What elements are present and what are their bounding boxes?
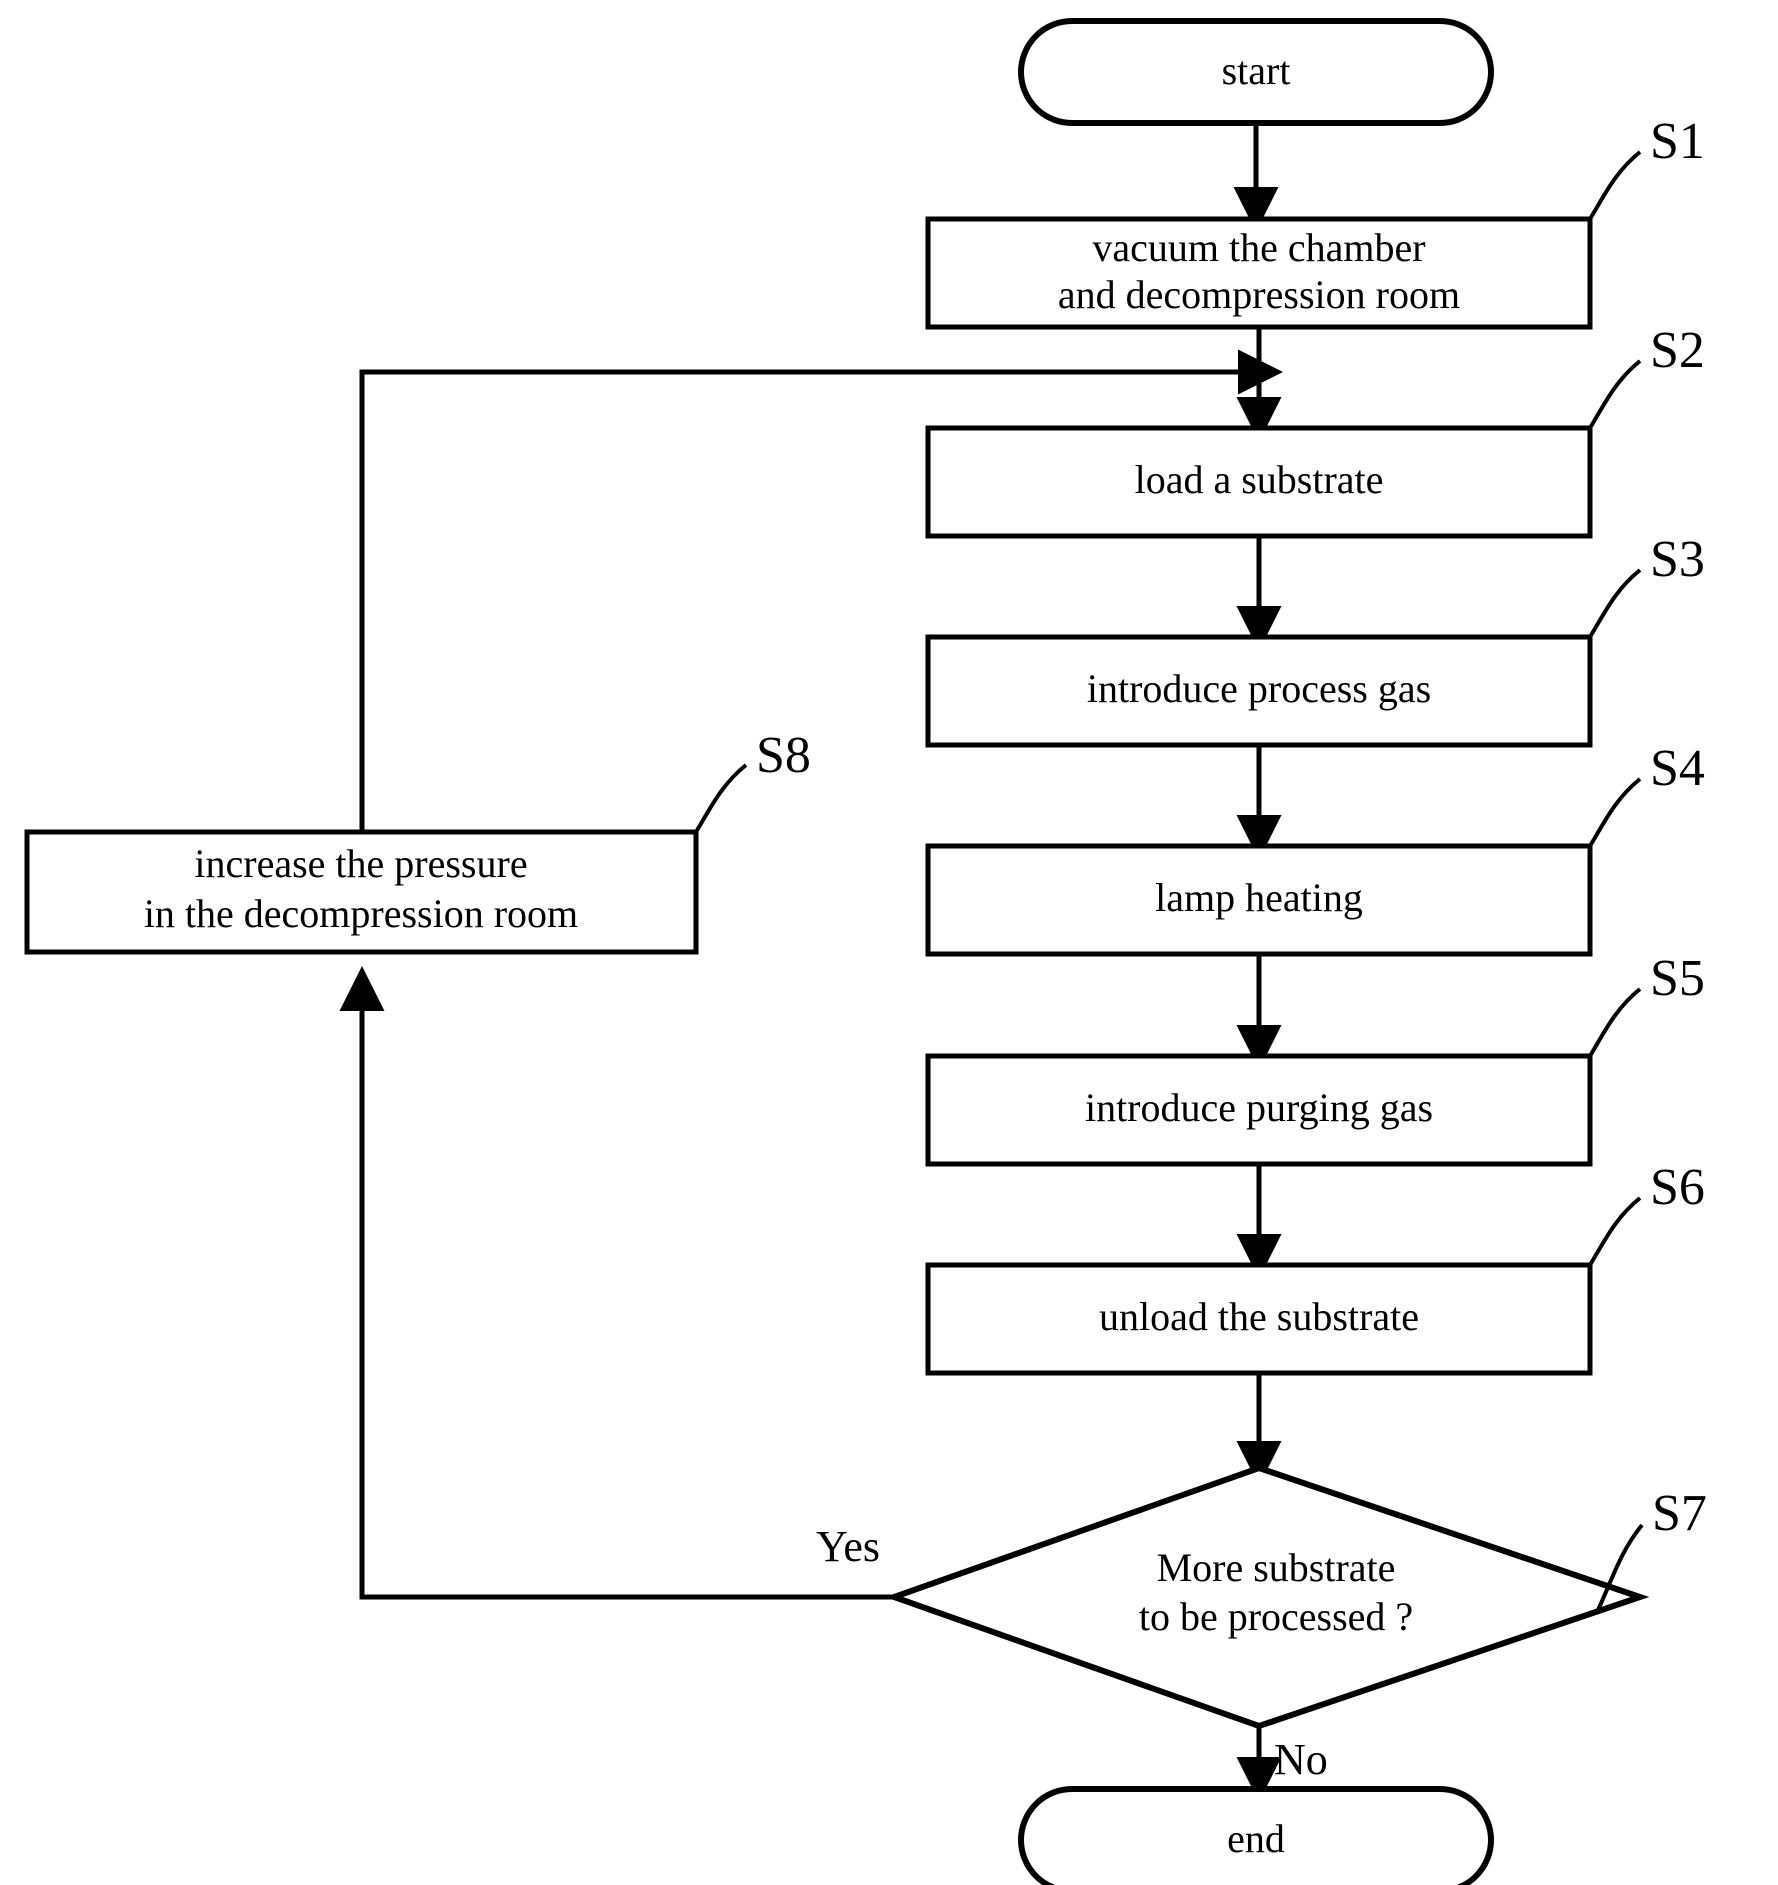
step-label-s5: S5 xyxy=(1650,950,1705,1007)
step-label-s3: S3 xyxy=(1650,531,1705,588)
start-terminator-label: start xyxy=(1222,48,1291,93)
process-box-s1-line2: and decompression room xyxy=(1058,272,1460,317)
process-box-s3-line1: introduce process gas xyxy=(1087,666,1431,711)
process-box-s8-line1: increase the pressure xyxy=(194,841,527,886)
step-label-s2: S2 xyxy=(1650,322,1705,379)
leader-line-s5 xyxy=(1588,987,1642,1058)
step-label-s4: S4 xyxy=(1650,740,1705,797)
leader-line-s4 xyxy=(1588,777,1642,848)
leader-line-s2 xyxy=(1588,359,1642,430)
process-box-s2-line1: load a substrate xyxy=(1135,457,1384,502)
leader-line-s1 xyxy=(1588,150,1642,221)
step-label-s7: S7 xyxy=(1652,1485,1707,1542)
flowchart-canvas: start vacuum the chamber and decompressi… xyxy=(0,0,1778,1885)
process-box-s1-line1: vacuum the chamber xyxy=(1092,225,1425,270)
flowchart-svg: start vacuum the chamber and decompressi… xyxy=(24,18,1707,1885)
step-label-s6: S6 xyxy=(1650,1159,1705,1216)
decision-diamond-s7-line1: More substrate xyxy=(1157,1545,1396,1590)
leader-line-s8 xyxy=(694,763,748,834)
step-label-s8: S8 xyxy=(756,727,811,784)
process-box-s8-line2: in the decompression room xyxy=(144,891,578,936)
branch-label-yes: Yes xyxy=(816,1522,880,1571)
branch-label-no: No xyxy=(1274,1735,1328,1784)
process-box-s6-line1: unload the substrate xyxy=(1099,1294,1419,1339)
leader-line-s3 xyxy=(1588,568,1642,639)
decision-diamond-s7-line2: to be processed ? xyxy=(1139,1594,1413,1639)
step-label-s1: S1 xyxy=(1650,113,1705,170)
end-terminator-label: end xyxy=(1227,1816,1285,1861)
leader-line-s6 xyxy=(1588,1196,1642,1267)
connector-s7-yes-to-s8 xyxy=(339,965,894,1600)
process-box-s4-line1: lamp heating xyxy=(1155,875,1363,920)
process-box-s5-line1: introduce purging gas xyxy=(1085,1085,1433,1130)
